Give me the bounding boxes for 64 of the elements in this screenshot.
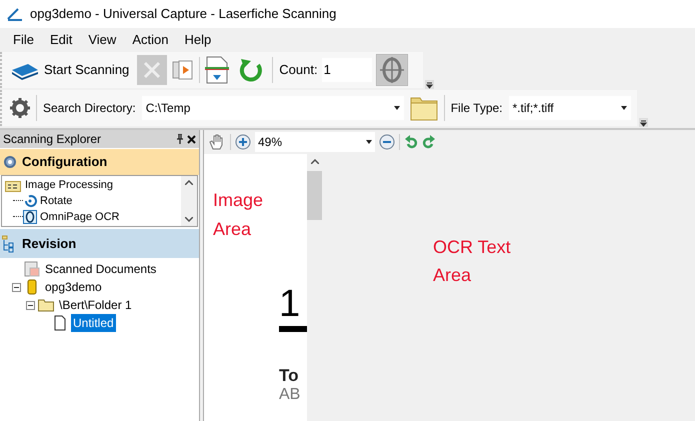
menu-item[interactable]: Help — [177, 30, 218, 50]
settings-icon[interactable] — [10, 98, 30, 118]
rotate-right-icon[interactable] — [422, 135, 436, 149]
menu-item[interactable]: Action — [125, 30, 176, 50]
tree-item[interactable]: \Bert\Folder 1 — [57, 296, 134, 314]
scroll-up-icon[interactable] — [310, 159, 318, 164]
scroll-thumb[interactable] — [307, 171, 322, 220]
section-header[interactable]: Configuration — [0, 149, 199, 175]
ocr-icon[interactable] — [376, 54, 408, 86]
dropdown-arrow-icon — [366, 140, 372, 144]
search-directory-label: Search Directory: — [43, 100, 136, 117]
section-title: Configuration — [22, 153, 108, 172]
scrollbar[interactable] — [181, 176, 197, 226]
window-title: opg3demo - Universal Capture - Laserfiche Scanning — [30, 5, 336, 24]
annotation-text: OCR Text — [433, 236, 512, 259]
folder-list-icon — [5, 178, 21, 192]
dropdown-arrow-icon — [620, 106, 627, 110]
tree-item[interactable]: Rotate — [40, 192, 72, 210]
file-type-dropdown[interactable]: *.tif;*.tiff — [508, 96, 631, 120]
zoom-in-icon[interactable] — [235, 134, 251, 150]
zoom-out-icon[interactable] — [379, 134, 395, 150]
rotate-left-icon[interactable] — [404, 135, 418, 149]
count-label: Count: — [279, 61, 318, 80]
document-icon — [52, 315, 68, 331]
scanned-documents-icon — [24, 261, 40, 277]
folder-icon — [38, 297, 54, 313]
scroll-up-icon[interactable] — [185, 180, 193, 185]
ocr-icon — [23, 210, 37, 224]
annotation-text: Image — [213, 189, 264, 212]
collapse-icon[interactable] — [26, 300, 35, 310]
tree-item[interactable]: Scanned Documents — [43, 260, 158, 278]
overflow-icon[interactable] — [425, 80, 434, 89]
scroll-down-icon[interactable] — [185, 217, 193, 222]
menu-item[interactable]: File — [6, 30, 41, 50]
overflow-icon[interactable] — [639, 118, 648, 127]
section-title: Revision — [22, 234, 76, 253]
start-scanning-button[interactable]: Start Scanning — [6, 55, 134, 85]
zoom-dropdown[interactable]: 49% — [255, 132, 375, 152]
tree-item[interactable]: OmniPage OCR — [40, 208, 120, 226]
close-icon[interactable] — [187, 134, 196, 144]
document-text: To — [279, 366, 300, 386]
app-logo-icon — [6, 7, 24, 21]
search-directory-dropdown[interactable]: C:\Temp — [142, 96, 404, 120]
rotate-icon — [23, 194, 37, 208]
file-type-label: File Type: — [450, 100, 503, 117]
gear-icon — [2, 154, 18, 170]
tree-item[interactable]: opg3demo — [43, 278, 104, 296]
collapse-icon[interactable] — [12, 282, 21, 292]
document-insert-icon[interactable] — [204, 55, 230, 85]
play-pages-icon[interactable] — [171, 58, 196, 82]
tree-item[interactable]: Image Processing — [25, 176, 114, 194]
menu-item[interactable]: Edit — [42, 30, 80, 50]
panel-title: Scanning Explorer — [3, 131, 102, 148]
document-text: 1 — [279, 284, 302, 324]
count-field[interactable]: 1 — [322, 58, 372, 82]
annotation-text: Area — [213, 218, 252, 241]
pin-icon[interactable] — [176, 134, 184, 144]
document-text: AB — [279, 386, 302, 404]
menu-item[interactable]: View — [81, 30, 124, 50]
dropdown-arrow-icon — [394, 106, 400, 110]
tree-item[interactable]: Untitled — [71, 314, 116, 332]
section-header[interactable]: Revision — [0, 229, 199, 258]
annotation-text: Area — [433, 264, 472, 287]
refresh-icon[interactable] — [238, 57, 264, 83]
